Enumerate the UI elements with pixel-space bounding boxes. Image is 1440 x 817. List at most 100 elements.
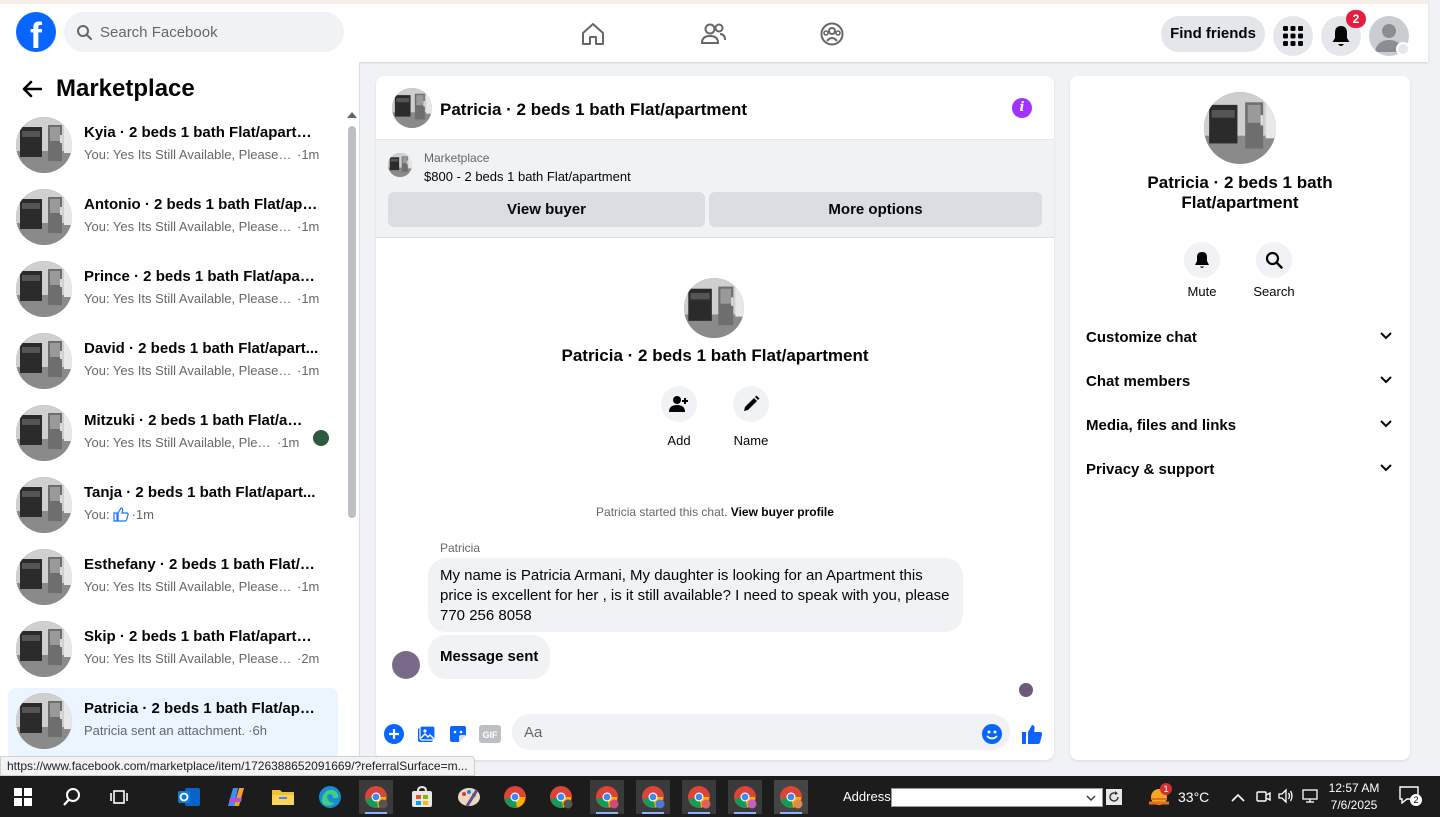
like-thumbs-up-icon[interactable] xyxy=(1020,722,1044,746)
task-view-icon[interactable] xyxy=(102,780,136,814)
chevron-up-icon[interactable] xyxy=(1231,790,1245,808)
media-files-links-section[interactable]: Media, files and links xyxy=(1078,404,1402,448)
chat-members-section[interactable]: Chat members xyxy=(1078,360,1402,404)
search-input[interactable] xyxy=(100,12,330,52)
view-buyer-profile-link[interactable]: View buyer profile xyxy=(731,505,834,519)
sidebar-scrollbar[interactable] xyxy=(348,126,356,518)
conversation-item[interactable]: Tanja · 2 beds 1 bath Flat/apart... You:… xyxy=(8,472,338,544)
chrome-profile-icon[interactable] xyxy=(682,780,716,814)
menu-grid-button[interactable] xyxy=(1273,16,1313,56)
copilot-icon[interactable] xyxy=(219,780,253,814)
listing-price-title[interactable]: $800 - 2 beds 1 bath Flat/apartment xyxy=(424,169,631,184)
conversation-item[interactable]: Kyia · 2 beds 1 bath Flat/apartm... You:… xyxy=(8,112,338,184)
seen-avatar-icon xyxy=(313,430,329,446)
friends-icon[interactable] xyxy=(693,14,733,54)
file-explorer-icon[interactable] xyxy=(266,780,300,814)
windows-start-icon[interactable] xyxy=(6,780,40,814)
chrome-profile-icon-current[interactable] xyxy=(774,780,808,814)
conversation-item[interactable]: Skip · 2 beds 1 bath Flat/apartm... You:… xyxy=(8,616,338,688)
conversation-preview: You: Yes Its Still Available, Please S..… xyxy=(84,147,320,162)
chrome-profile-icon[interactable] xyxy=(359,780,393,814)
chat-listing-thumbnail[interactable] xyxy=(392,88,432,128)
chat-title[interactable]: Patricia · 2 beds 1 bath Flat/apartment xyxy=(440,100,747,120)
message-input[interactable] xyxy=(512,714,1010,750)
store-icon[interactable] xyxy=(405,780,439,814)
sender-name: Patricia xyxy=(440,541,481,555)
home-icon[interactable] xyxy=(573,14,613,54)
incoming-message[interactable]: Message sent xyxy=(428,635,551,679)
search-icon xyxy=(1256,242,1292,278)
plus-circle-icon[interactable] xyxy=(382,722,406,746)
conversation-time: ·6h xyxy=(248,723,267,738)
more-options-button[interactable]: More options xyxy=(709,192,1042,227)
search-box[interactable] xyxy=(64,12,344,52)
name-chat-action[interactable]: Name xyxy=(721,386,781,448)
conversation-time: ·2m xyxy=(297,651,320,666)
facebook-logo[interactable]: f xyxy=(16,12,56,52)
search-action[interactable]: Search xyxy=(1244,242,1304,299)
address-toolbar-input[interactable] xyxy=(891,788,1103,807)
meet-now-icon[interactable] xyxy=(1255,788,1271,809)
paint-icon[interactable] xyxy=(452,780,486,814)
conversation-time: ·1m xyxy=(297,363,320,378)
chat-header: Patricia · 2 beds 1 bath Flat/apartment … xyxy=(376,76,1054,140)
apartment-photo xyxy=(16,405,72,461)
sender-avatar[interactable] xyxy=(392,651,420,679)
refresh-icon[interactable] xyxy=(1106,789,1122,805)
page-scrollbar[interactable] xyxy=(1428,62,1440,776)
conversation-item[interactable]: David · 2 beds 1 bath Flat/apart... You:… xyxy=(8,328,338,400)
scroll-up-arrow-icon[interactable] xyxy=(347,112,357,118)
listing-thumbnail xyxy=(16,477,72,533)
action-center-icon[interactable]: 2 xyxy=(1399,786,1423,808)
conversation-item[interactable]: Prince · 2 beds 1 bath Flat/apart... You… xyxy=(8,256,338,328)
gif-icon[interactable]: GIF xyxy=(478,722,502,746)
chrome-profile-icon[interactable] xyxy=(590,780,624,814)
find-friends-button[interactable]: Find friends xyxy=(1161,16,1265,52)
details-listing-thumbnail[interactable] xyxy=(1204,92,1276,164)
photo-icon[interactable] xyxy=(414,722,438,746)
apartment-photo xyxy=(684,278,744,338)
chat-panel: Patricia · 2 beds 1 bath Flat/apartment … xyxy=(376,76,1054,760)
chrome-icon[interactable] xyxy=(498,780,532,814)
windows-taskbar: Address 1 33°C 12:57 AM 7/6/2025 2 xyxy=(0,776,1440,817)
conversation-item[interactable]: Antonio · 2 beds 1 bath Flat/apa... You:… xyxy=(8,184,338,256)
sidebar-header: Marketplace xyxy=(18,74,195,104)
sticker-icon[interactable] xyxy=(446,722,470,746)
apartment-photo xyxy=(16,477,72,533)
chrome-profile-icon[interactable] xyxy=(544,780,578,814)
conversation-item[interactable]: Mitzuki · 2 beds 1 bath Flat/ap... You: … xyxy=(8,400,338,472)
weather-icon[interactable]: 1 xyxy=(1145,783,1173,809)
network-icon[interactable] xyxy=(1302,788,1318,809)
outlook-icon[interactable] xyxy=(172,780,206,814)
back-arrow-icon[interactable] xyxy=(18,75,46,103)
chevron-down-icon[interactable] xyxy=(1086,795,1096,801)
groups-icon[interactable] xyxy=(812,14,852,54)
mute-label: Mute xyxy=(1187,284,1217,299)
conversation-item-active[interactable]: Patricia · 2 beds 1 bath Flat/apar... Pa… xyxy=(8,688,338,760)
chat-started-notice: Patricia started this chat. View buyer p… xyxy=(376,505,1054,519)
conversation-preview: You: ·1m xyxy=(84,507,320,522)
emoji-icon[interactable] xyxy=(980,722,1004,746)
edge-icon[interactable] xyxy=(313,780,347,814)
taskbar-search-icon[interactable] xyxy=(55,780,89,814)
add-label: Add xyxy=(667,433,691,448)
customize-chat-section[interactable]: Customize chat xyxy=(1078,316,1402,360)
conversation-snippet: You: Yes Its Still Available, Please S..… xyxy=(84,579,294,594)
temperature[interactable]: 33°C xyxy=(1178,789,1209,805)
account-chevron-icon[interactable] xyxy=(1396,42,1410,56)
conversation-title: Antonio · 2 beds 1 bath Flat/apa... xyxy=(84,196,320,213)
incoming-message[interactable]: My name is Patricia Armani, My daughter … xyxy=(428,558,963,632)
mute-action[interactable]: Mute xyxy=(1172,242,1232,299)
conversation-item[interactable]: Esthefany · 2 beds 1 bath Flat/ap... You… xyxy=(8,544,338,616)
system-clock[interactable]: 12:57 AM 7/6/2025 xyxy=(1326,780,1382,814)
speaker-icon[interactable] xyxy=(1278,788,1294,809)
chrome-profile-icon[interactable] xyxy=(728,780,762,814)
view-buyer-button[interactable]: View buyer xyxy=(388,192,705,227)
privacy-support-section[interactable]: Privacy & support xyxy=(1078,448,1402,492)
add-people-action[interactable]: Add xyxy=(649,386,709,448)
notification-badge: 2 xyxy=(1346,10,1366,28)
chrome-profile-icon[interactable] xyxy=(636,780,670,814)
info-icon[interactable]: i xyxy=(1012,98,1032,118)
conversation-preview: You: Yes Its Still Available, Pleas... ·1… xyxy=(84,435,320,450)
apartment-photo xyxy=(392,88,432,128)
